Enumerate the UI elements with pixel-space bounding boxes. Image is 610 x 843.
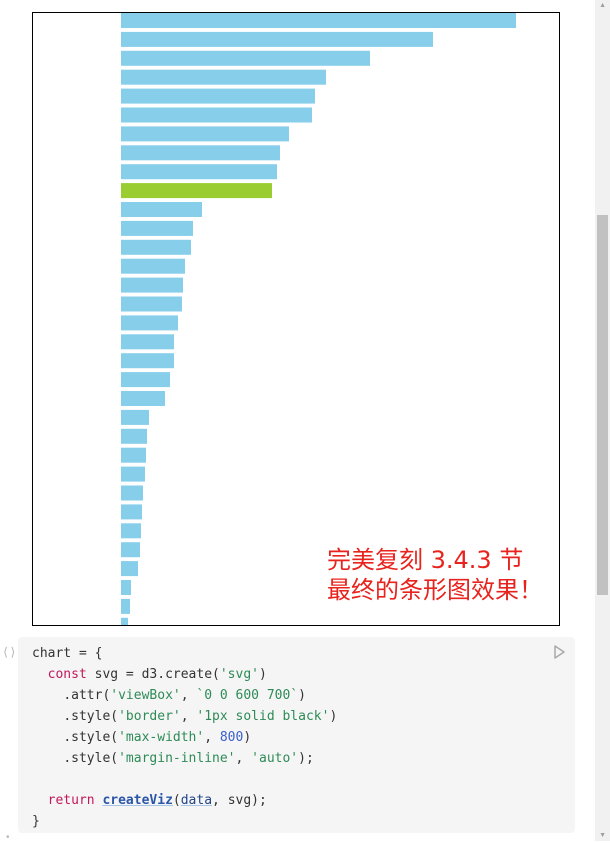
bar [121, 258, 185, 274]
bar [121, 409, 149, 425]
bar [121, 372, 170, 388]
bar [121, 13, 516, 28]
code-cell[interactable]: chart = { const svg = d3.create('svg') .… [18, 637, 575, 833]
bar [121, 617, 128, 625]
code-line-8: return createViz(data, svg); [47, 793, 267, 808]
play-icon [554, 645, 565, 659]
run-cell-button[interactable] [552, 644, 566, 660]
bar [121, 239, 191, 255]
bar [121, 466, 145, 482]
bar [121, 598, 130, 614]
bar [121, 69, 326, 85]
createviz-link[interactable]: createViz [102, 793, 172, 808]
bar [121, 428, 147, 444]
bar [121, 391, 165, 406]
code-line-9: } [32, 814, 40, 829]
bar [121, 126, 289, 142]
bar [121, 485, 143, 501]
bar [121, 296, 182, 312]
scroll-up-arrow-icon[interactable]: ▲ [599, 2, 606, 9]
bar [121, 202, 202, 217]
chart-annotation: 完美复刻 3.4.3 节 最终的条形图效果！ [327, 545, 543, 605]
bar-chart [121, 13, 516, 625]
bar [121, 504, 142, 520]
bar [121, 523, 141, 539]
corner-dot: • [6, 832, 10, 843]
annotation-line-2: 最终的条形图效果！ [327, 576, 543, 604]
bar [121, 277, 183, 293]
bar-highlighted [121, 183, 272, 199]
code-line-5: .style('max-width', 800) [63, 730, 252, 745]
code-line-6: .style('margin-inline', 'auto'); [63, 751, 314, 766]
bar [121, 334, 174, 350]
scroll-down-arrow-icon[interactable]: ▼ [599, 832, 606, 839]
bar [121, 145, 280, 161]
bar [121, 31, 433, 47]
code-line-4: .style('border', '1px solid black') [63, 709, 338, 724]
code-line-1: chart = { [32, 646, 103, 661]
annotation-line-1: 完美复刻 3.4.3 节 [327, 546, 524, 574]
scrollbar[interactable]: ▲ ▼ [595, 0, 610, 841]
bar [121, 561, 138, 577]
bar [121, 50, 370, 66]
bar [121, 315, 178, 331]
data-link[interactable]: data [181, 793, 212, 808]
bar [121, 220, 193, 236]
bar [121, 88, 315, 104]
bar [121, 107, 312, 123]
scrollbar-thumb[interactable] [597, 215, 608, 595]
bar [121, 447, 146, 463]
code-line-3: .attr('viewBox', `0 0 600 700`) [63, 688, 306, 703]
chart-frame: 完美复刻 3.4.3 节 最终的条形图效果！ [32, 12, 560, 626]
bar [121, 542, 140, 558]
code-line-2: const svg = d3.create('svg') [47, 667, 267, 682]
code-editor[interactable]: chart = { const svg = d3.create('svg') .… [32, 643, 575, 832]
code-cell-icon[interactable]: ⟨⟩ [2, 645, 16, 659]
bar [121, 164, 277, 180]
bar [121, 353, 174, 369]
bar [121, 580, 131, 595]
